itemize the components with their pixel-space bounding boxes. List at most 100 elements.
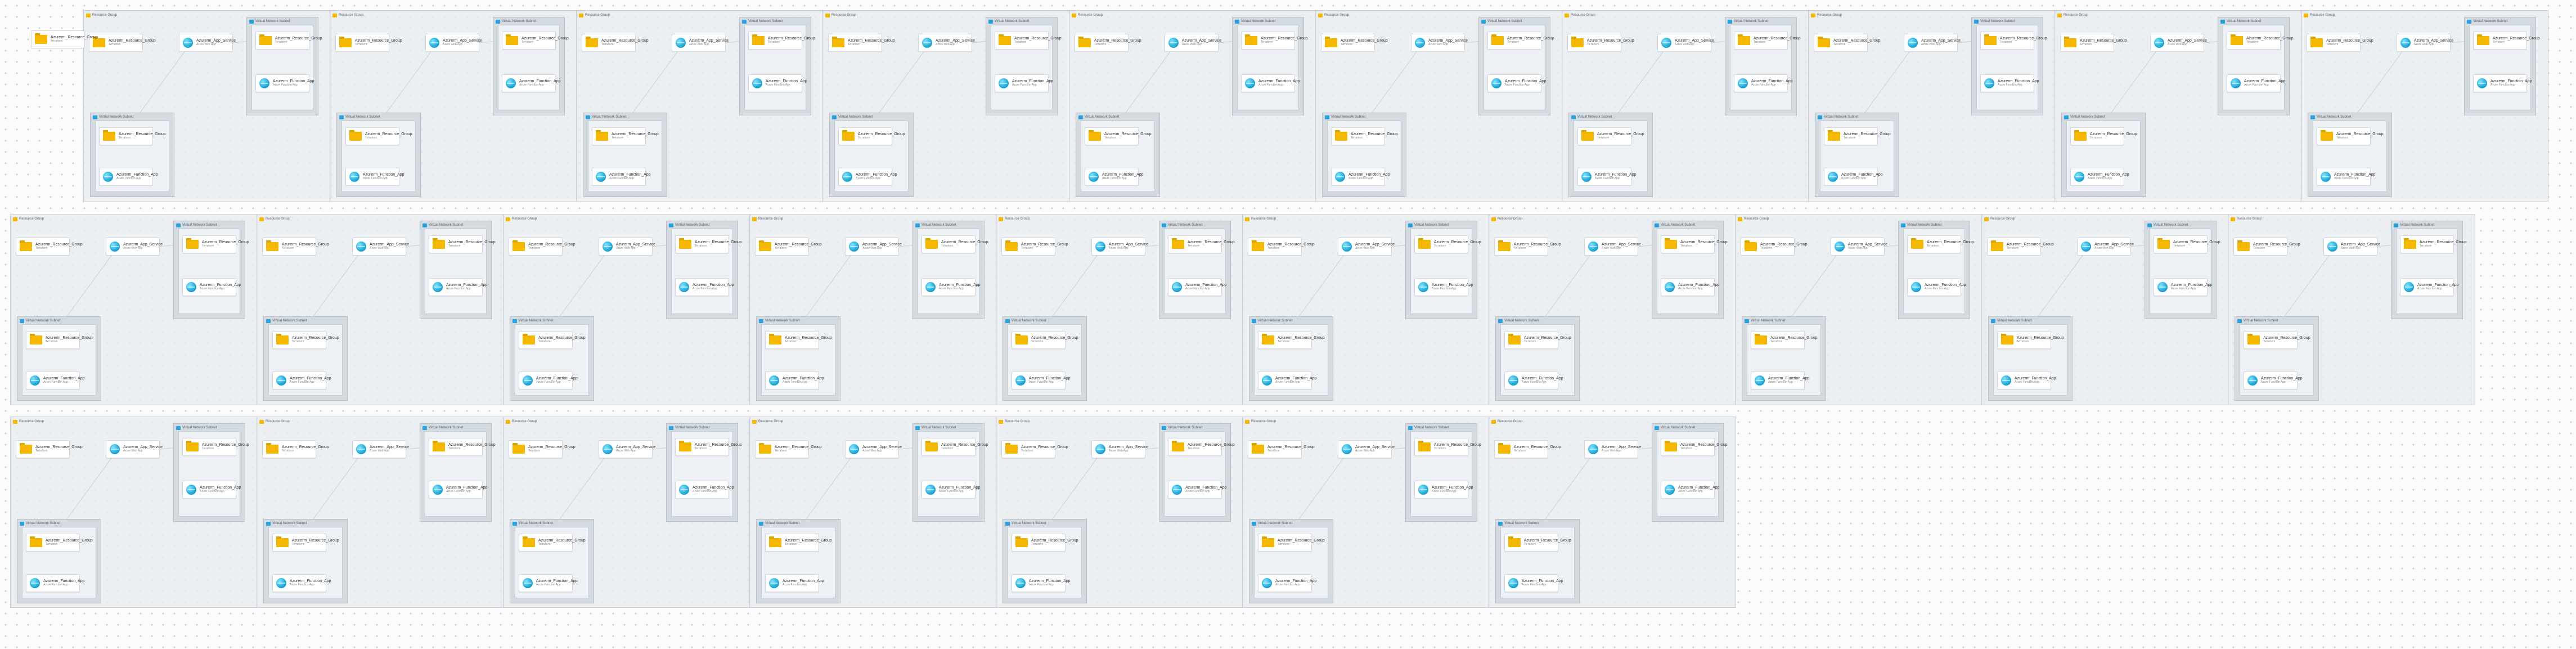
subnet-folder-node[interactable]: Azurerm_Resource_Group Terraform [1751, 331, 1818, 349]
subnet-folder-node[interactable]: Azurerm_Resource_Group Terraform [1168, 438, 1235, 456]
resource-group-node[interactable]: Azurerm_Resource_Group Terraform [1248, 440, 1315, 458]
subnet-folder-node[interactable]: Azurerm_Resource_Group Terraform [2400, 235, 2467, 253]
resource-group-node[interactable]: Azurerm_Resource_Group Terraform [1741, 238, 1808, 256]
subnet-folder-node[interactable]: Azurerm_Resource_Group Terraform [2317, 127, 2384, 145]
subnet-folder-node[interactable]: Azurerm_Resource_Group Terraform [1661, 438, 1728, 456]
subnet-web-node[interactable]: Azurerm_Function_App Azure Function App [1011, 372, 1071, 390]
subnet-web-node[interactable]: Azurerm_Function_App Azure Function App [99, 168, 158, 186]
subnet-web-node[interactable]: Azurerm_Function_App Azure Function App [1577, 168, 1637, 186]
subnet-folder-node[interactable]: Azurerm_Resource_Group Terraform [1997, 331, 2064, 349]
web-app-node[interactable]: Azurerm_App_Service Azure Web App [1338, 238, 1395, 256]
subnet-folder-node[interactable]: Azurerm_Resource_Group Terraform [838, 127, 905, 145]
web-app-node[interactable]: Azurerm_App_Service Azure Web App [2077, 238, 2134, 256]
subnet-folder-node[interactable]: Azurerm_Resource_Group Terraform [1085, 127, 1152, 145]
resource-group-node[interactable]: Azurerm_Resource_Group Terraform [1248, 238, 1315, 256]
subnet-folder-node[interactable]: Azurerm_Resource_Group Terraform [519, 534, 586, 552]
subnet-folder-node[interactable]: Azurerm_Resource_Group Terraform [1258, 534, 1325, 552]
web-app-node[interactable]: Azurerm_App_Service Azure Web App [2397, 34, 2453, 52]
subnet-web-node[interactable]: Azurerm_Function_App Azure Function App [429, 278, 488, 296]
web-app-node[interactable]: Azurerm_App_Service Azure Web App [1091, 440, 1148, 458]
subnet-web-node[interactable]: Azurerm_Function_App Azure Function App [2154, 278, 2213, 296]
subnet-web-node[interactable]: Azurerm_Function_App Azure Function App [345, 168, 404, 186]
subnet-web-node[interactable]: Azurerm_Function_App Azure Function App [2317, 168, 2376, 186]
subnet-web-node[interactable]: Azurerm_Function_App Azure Function App [519, 574, 578, 592]
subnet-web-node[interactable]: Azurerm_Function_App Azure Function App [1487, 74, 1547, 92]
subnet-web-node[interactable]: Azurerm_Function_App Azure Function App [1414, 278, 1473, 296]
subnet-folder-node[interactable]: Azurerm_Resource_Group Terraform [1414, 438, 1481, 456]
resource-group-node[interactable]: Azurerm_Resource_Group Terraform [1001, 238, 1068, 256]
subnet-folder-node[interactable]: Azurerm_Resource_Group Terraform [1661, 235, 1728, 253]
standalone-resource-group-node[interactable]: Azurerm_Resource_Group Terraform [31, 30, 98, 48]
resource-group-node[interactable]: Azurerm_Resource_Group Terraform [509, 440, 576, 458]
subnet-web-node[interactable]: Azurerm_Function_App Azure Function App [2400, 278, 2459, 296]
web-app-node[interactable]: Azurerm_App_Service Azure Web App [106, 238, 163, 256]
resource-group-node[interactable]: Azurerm_Resource_Group Terraform [755, 440, 822, 458]
subnet-web-node[interactable]: Azurerm_Function_App Azure Function App [1661, 278, 1720, 296]
web-app-node[interactable]: Azurerm_App_Service Azure Web App [1338, 440, 1395, 458]
subnet-web-node[interactable]: Azurerm_Function_App Azure Function App [2227, 74, 2286, 92]
subnet-web-node[interactable]: Azurerm_Function_App Azure Function App [838, 168, 897, 186]
subnet-folder-node[interactable]: Azurerm_Resource_Group Terraform [1258, 331, 1325, 349]
resource-group-node[interactable]: Azurerm_Resource_Group Terraform [2233, 238, 2300, 256]
subnet-web-node[interactable]: Azurerm_Function_App Azure Function App [502, 74, 561, 92]
subnet-folder-node[interactable]: Azurerm_Resource_Group Terraform [921, 438, 988, 456]
resource-group-node[interactable]: Azurerm_Resource_Group Terraform [262, 440, 329, 458]
subnet-folder-node[interactable]: Azurerm_Resource_Group Terraform [2227, 32, 2294, 50]
subnet-web-node[interactable]: Azurerm_Function_App Azure Function App [272, 372, 331, 390]
subnet-folder-node[interactable]: Azurerm_Resource_Group Terraform [26, 534, 93, 552]
subnet-folder-node[interactable]: Azurerm_Resource_Group Terraform [1824, 127, 1891, 145]
resource-group-node[interactable]: Azurerm_Resource_Group Terraform [828, 34, 895, 52]
subnet-web-node[interactable]: Azurerm_Function_App Azure Function App [2473, 74, 2532, 92]
subnet-web-node[interactable]: Azurerm_Function_App Azure Function App [1997, 372, 2056, 390]
subnet-web-node[interactable]: Azurerm_Function_App Azure Function App [1331, 168, 1390, 186]
subnet-folder-node[interactable]: Azurerm_Resource_Group Terraform [2154, 235, 2220, 253]
subnet-folder-node[interactable]: Azurerm_Resource_Group Terraform [1734, 32, 1801, 50]
subnet-folder-node[interactable]: Azurerm_Resource_Group Terraform [502, 32, 569, 50]
resource-group-node[interactable]: Azurerm_Resource_Group Terraform [335, 34, 402, 52]
resource-group-node[interactable]: Azurerm_Resource_Group Terraform [1321, 34, 1388, 52]
subnet-web-node[interactable]: Azurerm_Function_App Azure Function App [995, 74, 1054, 92]
subnet-folder-node[interactable]: Azurerm_Resource_Group Terraform [182, 235, 249, 253]
subnet-web-node[interactable]: Azurerm_Function_App Azure Function App [26, 574, 85, 592]
subnet-web-node[interactable]: Azurerm_Function_App Azure Function App [1085, 168, 1144, 186]
web-app-node[interactable]: Azurerm_App_Service Azure Web App [672, 34, 729, 52]
subnet-folder-node[interactable]: Azurerm_Resource_Group Terraform [592, 127, 659, 145]
web-app-node[interactable]: Azurerm_App_Service Azure Web App [845, 440, 902, 458]
subnet-web-node[interactable]: Azurerm_Function_App Azure Function App [1907, 278, 1966, 296]
subnet-web-node[interactable]: Azurerm_Function_App Azure Function App [765, 372, 824, 390]
subnet-web-node[interactable]: Azurerm_Function_App Azure Function App [429, 481, 488, 499]
subnet-web-node[interactable]: Azurerm_Function_App Azure Function App [1824, 168, 1883, 186]
subnet-folder-node[interactable]: Azurerm_Resource_Group Terraform [429, 235, 496, 253]
web-app-node[interactable]: Azurerm_App_Service Azure Web App [1584, 440, 1641, 458]
subnet-folder-node[interactable]: Azurerm_Resource_Group Terraform [519, 331, 586, 349]
subnet-web-node[interactable]: Azurerm_Function_App Azure Function App [1504, 574, 1563, 592]
subnet-web-node[interactable]: Azurerm_Function_App Azure Function App [1504, 372, 1563, 390]
subnet-folder-node[interactable]: Azurerm_Resource_Group Terraform [429, 438, 496, 456]
web-app-node[interactable]: Azurerm_App_Service Azure Web App [1091, 238, 1148, 256]
subnet-folder-node[interactable]: Azurerm_Resource_Group Terraform [272, 534, 339, 552]
subnet-web-node[interactable]: Azurerm_Function_App Azure Function App [1980, 74, 2039, 92]
subnet-folder-node[interactable]: Azurerm_Resource_Group Terraform [272, 331, 339, 349]
subnet-folder-node[interactable]: Azurerm_Resource_Group Terraform [1907, 235, 1974, 253]
subnet-web-node[interactable]: Azurerm_Function_App Azure Function App [675, 481, 734, 499]
resource-group-node[interactable]: Azurerm_Resource_Group Terraform [1494, 440, 1561, 458]
resource-group-node[interactable]: Azurerm_Resource_Group Terraform [509, 238, 576, 256]
subnet-folder-node[interactable]: Azurerm_Resource_Group Terraform [1011, 534, 1078, 552]
subnet-folder-node[interactable]: Azurerm_Resource_Group Terraform [675, 438, 742, 456]
subnet-folder-node[interactable]: Azurerm_Resource_Group Terraform [255, 32, 322, 50]
web-app-node[interactable]: Azurerm_App_Service Azure Web App [2150, 34, 2207, 52]
subnet-folder-node[interactable]: Azurerm_Resource_Group Terraform [921, 235, 988, 253]
subnet-folder-node[interactable]: Azurerm_Resource_Group Terraform [1577, 127, 1644, 145]
subnet-folder-node[interactable]: Azurerm_Resource_Group Terraform [99, 127, 166, 145]
resource-group-node[interactable]: Azurerm_Resource_Group Terraform [582, 34, 649, 52]
subnet-folder-node[interactable]: Azurerm_Resource_Group Terraform [1168, 235, 1235, 253]
resource-group-node[interactable]: Azurerm_Resource_Group Terraform [2307, 34, 2373, 52]
subnet-folder-node[interactable]: Azurerm_Resource_Group Terraform [1504, 534, 1571, 552]
subnet-web-node[interactable]: Azurerm_Function_App Azure Function App [1011, 574, 1071, 592]
subnet-folder-node[interactable]: Azurerm_Resource_Group Terraform [675, 235, 742, 253]
subnet-web-node[interactable]: Azurerm_Function_App Azure Function App [765, 574, 824, 592]
web-app-node[interactable]: Azurerm_App_Service Azure Web App [599, 238, 655, 256]
subnet-web-node[interactable]: Azurerm_Function_App Azure Function App [1661, 481, 1720, 499]
subnet-web-node[interactable]: Azurerm_Function_App Azure Function App [1414, 481, 1473, 499]
resource-group-node[interactable]: Azurerm_Resource_Group Terraform [1494, 238, 1561, 256]
